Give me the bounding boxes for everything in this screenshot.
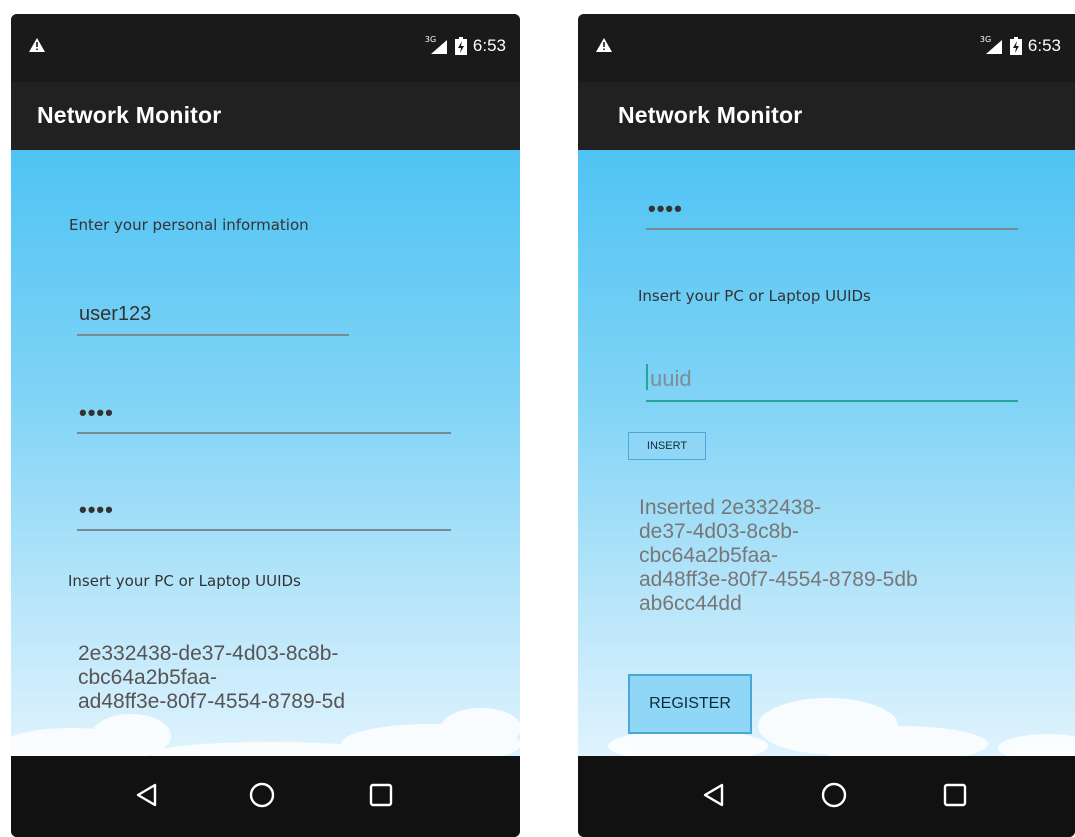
status-clock: 6:53 [472,36,506,55]
inserted-line: cbc64a2b5faa- [639,544,778,567]
password-value: •••• [79,400,114,425]
signal-icon [985,40,1002,54]
nav-bar [578,756,1075,837]
inserted-line: ad48ff3e-80f7-4554-8789-5db [639,568,918,591]
uuid-section-label: Insert your PC or Laptop UUIDs [68,572,301,590]
home-icon[interactable] [819,780,849,810]
battery-charging-icon [454,37,467,55]
insert-button[interactable]: INSERT [628,432,706,460]
app-title: Network Monitor [37,102,222,128]
phone-screen-right: 3G 6:53 Network Monitor •••• Insert your… [578,14,1075,837]
back-icon[interactable] [132,780,162,810]
inserted-line: Inserted 2e332438- [639,496,822,519]
status-clock: 6:53 [1027,36,1061,55]
username-field[interactable]: user123 [77,292,349,336]
recents-icon[interactable] [366,780,396,810]
uuid-section-label: Insert your PC or Laptop UUIDs [638,287,871,305]
warning-icon [596,38,612,52]
uuid-line: cbc64a2b5faa- [78,666,217,689]
uuid-placeholder: uuid [650,366,692,391]
personal-info-label: Enter your personal information [69,216,309,234]
uuid-line: 2e332438-de37-4d03-8c8b- [78,642,339,665]
text-cursor [646,364,648,390]
password-field[interactable]: •••• [646,186,1018,230]
phone-screen-left: 3G 6:53 Network Monitor Enter your perso… [11,14,520,837]
signal-icon [430,40,447,54]
battery-charging-icon [1009,37,1022,55]
back-icon[interactable] [699,780,729,810]
confirm-password-field[interactable]: •••• [77,487,451,531]
password-value: •••• [648,196,683,221]
status-bar: 3G 6:53 [11,14,520,82]
nav-bar [11,756,520,837]
uuid-line: ad48ff3e-80f7-4554-8789-5d [78,690,346,713]
form-content: •••• Insert your PC or Laptop UUIDs uuid… [578,150,1075,756]
status-bar: 3G 6:53 [578,14,1075,82]
app-bar: Network Monitor [11,82,520,150]
warning-icon [29,38,45,52]
app-title: Network Monitor [618,102,803,128]
password-field[interactable]: •••• [77,390,451,434]
register-button[interactable]: REGISTER [628,674,752,734]
home-icon[interactable] [247,780,277,810]
confirm-password-value: •••• [79,497,114,522]
inserted-line: ab6cc44dd [639,592,742,615]
inserted-line: de37-4d03-8c8b- [639,520,799,543]
uuid-input[interactable]: uuid [646,358,1018,402]
recents-icon[interactable] [940,780,970,810]
app-bar: Network Monitor [578,82,1075,150]
username-value: user123 [79,303,152,325]
form-content: Enter your personal information user123 … [11,150,520,756]
